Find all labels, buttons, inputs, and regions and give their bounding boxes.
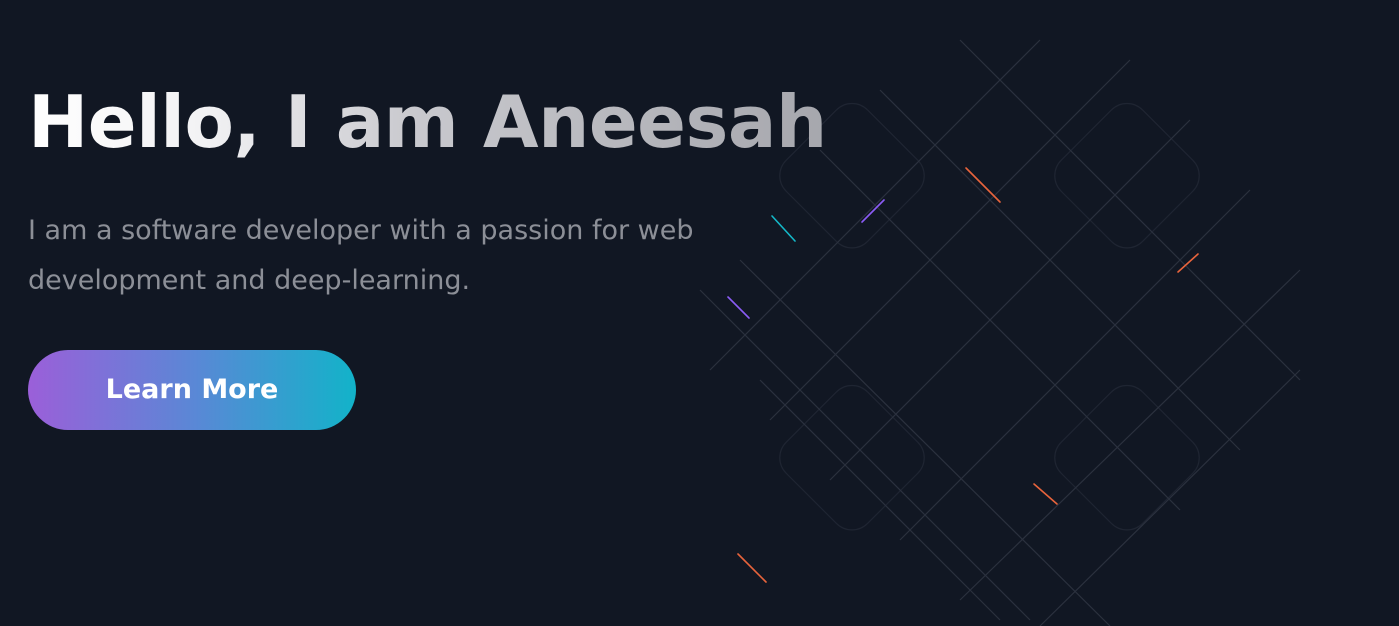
- pattern-line: [759, 379, 1001, 621]
- pattern-line: [879, 89, 1241, 451]
- accent-streak: [1177, 253, 1199, 273]
- hero-headline: Hello, I am Aneesah: [28, 76, 827, 168]
- pattern-line: [819, 149, 1181, 511]
- pattern-line: [959, 39, 1301, 381]
- pattern-line: [699, 289, 1031, 621]
- accent-streak: [1033, 483, 1058, 505]
- accent-streak: [737, 553, 767, 583]
- hero-subtitle: I am a software developer with a passion…: [28, 215, 694, 296]
- accent-streak: [771, 215, 796, 242]
- pattern-line: [829, 119, 1191, 481]
- pattern-line: [739, 259, 1111, 626]
- hero-section: Hello, I am Aneesah I am a software deve…: [0, 0, 1399, 626]
- pattern-line: [959, 269, 1301, 601]
- accent-streak: [965, 167, 1001, 203]
- pattern-rounded-square: [1054, 102, 1200, 249]
- learn-more-button[interactable]: Learn More: [28, 350, 356, 430]
